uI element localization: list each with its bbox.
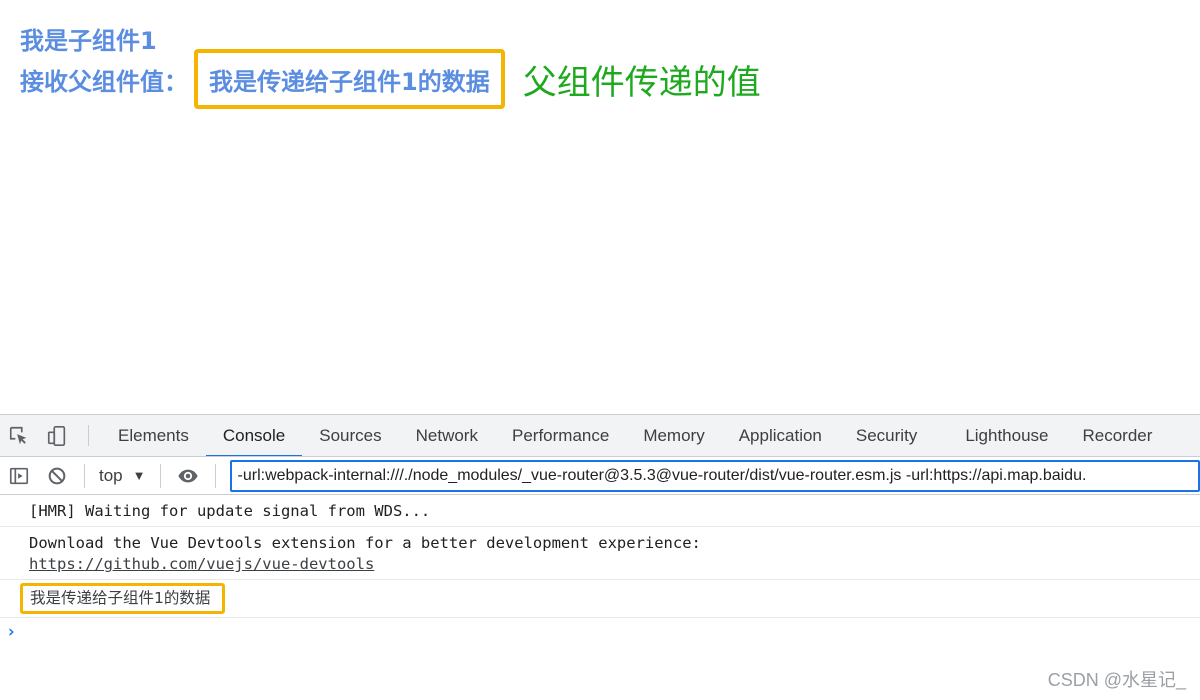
- sidebar-toggle-icon[interactable]: [0, 457, 38, 494]
- clear-console-icon[interactable]: [38, 457, 76, 494]
- console-message: 我是传递给子组件1的数据: [0, 580, 1200, 618]
- tabbar-divider: [88, 425, 89, 446]
- devtools-tabbar: Elements Console Sources Network Perform…: [0, 414, 1200, 457]
- console-filter-input[interactable]: [229, 459, 1200, 492]
- console-output: [HMR] Waiting for update signal from WDS…: [0, 495, 1200, 700]
- console-message: [HMR] Waiting for update signal from WDS…: [0, 495, 1200, 527]
- tab-sources[interactable]: Sources: [302, 415, 398, 456]
- tab-elements[interactable]: Elements: [101, 415, 206, 456]
- prompt-chevron-icon: ›: [6, 622, 17, 642]
- receive-line: 接收父组件值： 我是传递给子组件1的数据 父组件传递的值: [20, 49, 761, 109]
- toolbar-divider: [84, 463, 85, 488]
- context-value: top: [99, 465, 123, 485]
- parent-value-annotation: 父组件传递的值: [522, 62, 761, 103]
- device-toolbar-icon[interactable]: [38, 415, 76, 456]
- receive-label: 接收父组件值：: [20, 67, 188, 96]
- inspect-element-icon[interactable]: [0, 415, 38, 456]
- tab-security[interactable]: Security: [839, 415, 934, 456]
- vue-devtools-hint: Download the Vue Devtools extension for …: [29, 534, 701, 552]
- toolbar-divider: [214, 463, 216, 488]
- app-page: 我是子组件1 接收父组件值： 我是传递给子组件1的数据 父组件传递的值: [0, 0, 1200, 414]
- hmr-message: [HMR] Waiting for update signal from WDS…: [29, 502, 431, 520]
- toolbar-divider: [159, 463, 161, 488]
- watermark: CSDN @水星记_: [1047, 670, 1186, 690]
- tab-console[interactable]: Console: [205, 415, 303, 456]
- console-toolbar: top ▼: [0, 457, 1200, 495]
- received-value-highlight: 我是传递给子组件1的数据: [194, 49, 505, 109]
- context-selector[interactable]: top ▼: [93, 466, 152, 486]
- console-prompt[interactable]: ›: [0, 618, 1200, 646]
- tab-lighthouse[interactable]: Lighthouse: [948, 415, 1065, 456]
- tab-memory[interactable]: Memory: [626, 415, 721, 456]
- devtools-panel: Elements Console Sources Network Perform…: [0, 414, 1200, 700]
- console-message: Download the Vue Devtools extension for …: [0, 527, 1200, 580]
- eye-icon[interactable]: [169, 457, 207, 494]
- logged-value-highlight: 我是传递给子组件1的数据: [20, 583, 226, 614]
- tab-network[interactable]: Network: [399, 415, 495, 456]
- vue-devtools-link[interactable]: https://github.com/vuejs/vue-devtools: [29, 555, 374, 573]
- chevron-down-icon: ▼: [132, 468, 146, 483]
- tab-performance[interactable]: Performance: [495, 415, 626, 456]
- tab-application[interactable]: Application: [722, 415, 839, 456]
- tab-recorder[interactable]: Recorder: [1066, 415, 1170, 456]
